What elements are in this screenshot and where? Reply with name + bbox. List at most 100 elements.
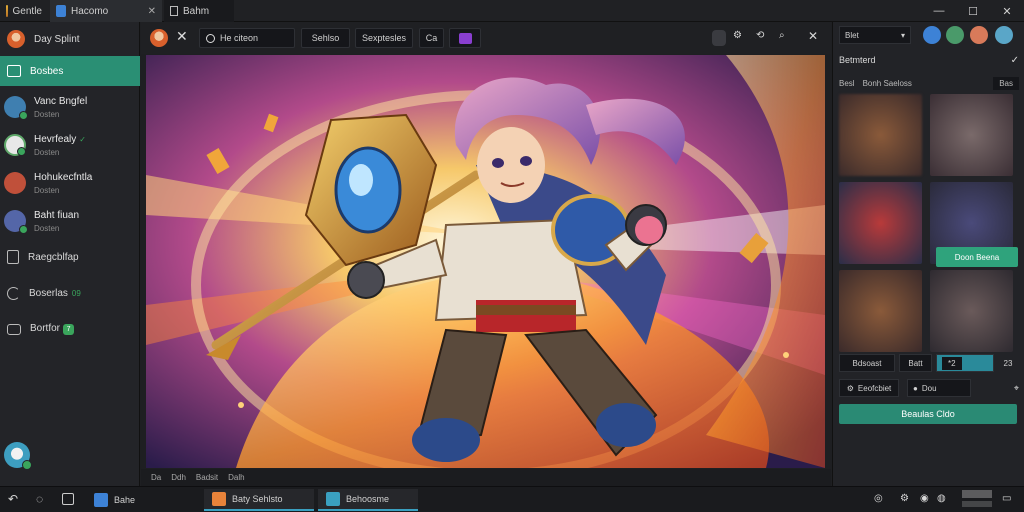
settings-icon[interactable]: ⚙ bbox=[900, 493, 909, 504]
contact-status: Dosten bbox=[34, 185, 60, 195]
tab-gentle[interactable]: Gentle bbox=[0, 0, 48, 22]
option-row-2: ⚙ Eeofcbiet ● Dou ⌖ bbox=[839, 379, 1019, 397]
status-item[interactable]: Ddh bbox=[171, 473, 186, 482]
toolbar-button-ca[interactable]: Ca bbox=[419, 28, 444, 48]
page-icon bbox=[170, 6, 178, 16]
contact-item[interactable]: Hohukecfntla Dosten bbox=[0, 164, 140, 202]
windows-icon[interactable] bbox=[62, 493, 74, 505]
user-avatar[interactable] bbox=[970, 26, 988, 44]
app-icon bbox=[326, 492, 340, 506]
option-row: Bdsoast Batt *2 23 bbox=[839, 354, 1019, 372]
tab-bahm[interactable]: Bahm bbox=[164, 0, 234, 22]
dropdown-value: Blet bbox=[845, 30, 859, 40]
status-item[interactable]: Dalh bbox=[228, 473, 244, 482]
close-icon[interactable]: ✕ bbox=[176, 28, 188, 45]
contact-avatar bbox=[4, 172, 26, 194]
contact-item[interactable]: Vanc Bngfel Dosten bbox=[0, 88, 140, 126]
pin-icon[interactable]: ⌖ bbox=[1014, 383, 1019, 394]
self-avatar[interactable] bbox=[4, 442, 32, 470]
image-canvas[interactable] bbox=[146, 55, 825, 468]
option-value: 23 bbox=[1003, 358, 1013, 368]
notification-icon[interactable]: ◎ bbox=[874, 493, 883, 504]
user-avatar[interactable] bbox=[946, 26, 964, 44]
viewer-avatar[interactable] bbox=[150, 29, 168, 47]
thumbnail[interactable] bbox=[930, 94, 1013, 176]
contact-status: Dosten bbox=[34, 109, 60, 119]
zoom-icon[interactable]: ⌕ bbox=[779, 30, 785, 41]
option-batt[interactable]: Batt bbox=[899, 354, 932, 372]
clipboard-icon bbox=[7, 250, 19, 264]
search-field[interactable]: He citeon bbox=[199, 28, 295, 48]
document-icon bbox=[56, 5, 66, 17]
sidebar: Day Splint Bosbes Vanc Bngfel Dosten Hev… bbox=[0, 22, 140, 486]
thumbnail[interactable] bbox=[839, 182, 922, 264]
tab-bonh-saeloss[interactable]: Bonh Saeloss bbox=[863, 79, 912, 88]
user-avatar bbox=[7, 30, 25, 48]
app-icon bbox=[212, 492, 226, 506]
emoji-button[interactable] bbox=[449, 28, 481, 48]
viewer-toolbar: ✕ He citeon Sehlso Sexptesles Ca ⚙ ⟲ ⌕ ✕ bbox=[141, 22, 831, 54]
task-app-baty-sehlsto[interactable]: Baty Sehlsto bbox=[204, 489, 314, 511]
clock-time[interactable] bbox=[962, 490, 992, 498]
clock-date[interactable] bbox=[962, 501, 992, 507]
close-viewer-icon[interactable]: ✕ bbox=[808, 29, 818, 43]
minimize-button[interactable]: — bbox=[922, 0, 956, 22]
tab-label: Gentle bbox=[12, 5, 42, 17]
option-dou[interactable]: ● Dou bbox=[907, 379, 971, 397]
volume-icon[interactable]: ◍ bbox=[937, 493, 946, 504]
network-icon[interactable]: ◉ bbox=[920, 493, 929, 504]
chevron-down-icon: ▾ bbox=[900, 30, 905, 40]
panel-tabs: Besl Bonh Saeloss Bas bbox=[839, 74, 1019, 92]
contact-name: Hevrfealy ✓ bbox=[34, 133, 86, 145]
thumbnail-action-button[interactable]: Doon Beena bbox=[936, 247, 1018, 267]
user-avatar[interactable] bbox=[995, 26, 1013, 44]
thumbnail[interactable] bbox=[839, 94, 922, 176]
emoji-icon bbox=[458, 32, 472, 44]
sidebar-header[interactable]: Day Splint bbox=[0, 24, 140, 54]
user-avatar[interactable] bbox=[923, 26, 941, 44]
maximize-button[interactable]: ☐ bbox=[956, 0, 990, 22]
contact-avatar bbox=[4, 210, 28, 234]
chat-icon[interactable]: ◌ bbox=[36, 492, 43, 506]
verified-badge: ✓ bbox=[79, 134, 86, 144]
gear-icon: ⚙ bbox=[846, 383, 854, 393]
sidebar-item-label: Bortfor 7 bbox=[30, 323, 75, 335]
sidebar-header-label: Day Splint bbox=[34, 33, 80, 45]
option-slider[interactable]: *2 bbox=[936, 354, 994, 372]
thumbnail[interactable] bbox=[930, 270, 1013, 352]
contact-item[interactable]: Hevrfealy ✓ Dosten bbox=[0, 126, 140, 164]
contact-avatar bbox=[4, 96, 28, 120]
status-item[interactable]: Da bbox=[151, 473, 161, 482]
option-bdsoast[interactable]: Bdsoast bbox=[839, 354, 895, 372]
close-tab-icon[interactable]: ✕ bbox=[148, 6, 156, 17]
sidebar-item-raegcblfap[interactable]: Raegcblfap bbox=[0, 242, 140, 272]
primary-action-button[interactable]: Beaulas Cldo bbox=[839, 404, 1017, 424]
toolbar-button-sexptesles[interactable]: Sexptesles bbox=[355, 28, 413, 48]
sidebar-item-boserlas[interactable]: Boserlas 09 bbox=[0, 278, 140, 308]
back-icon[interactable]: ↶ bbox=[8, 492, 18, 506]
option-eeofcbiet[interactable]: ⚙ Eeofcbiet bbox=[839, 379, 899, 397]
taskbar: ↶ ◌ Bahe Baty Sehlsto Behoosme ◎ ⚙ ◉ ◍ ▭ bbox=[0, 486, 1024, 512]
task-app-bahe[interactable]: Bahe bbox=[86, 489, 143, 511]
window-titlebar: Gentle Hacomo ✕ Bahm — ☐ ✕ bbox=[0, 0, 1024, 22]
panel-dropdown[interactable]: Blet ▾ bbox=[839, 26, 911, 44]
task-app-behoosme[interactable]: Behoosme bbox=[318, 489, 418, 511]
settings-icon[interactable]: ⚙ bbox=[733, 30, 742, 41]
contact-item[interactable]: Baht fiuan Dosten bbox=[0, 202, 140, 240]
notification-center-icon[interactable]: ▭ bbox=[1002, 493, 1011, 504]
sidebar-item-bosbes[interactable]: Bosbes bbox=[0, 56, 140, 86]
contact-name: Baht fiuan bbox=[34, 209, 80, 221]
status-item[interactable]: Badsit bbox=[196, 473, 218, 482]
rotate-icon[interactable]: ⟲ bbox=[756, 30, 764, 41]
tab-besl[interactable]: Besl bbox=[839, 79, 855, 88]
search-input[interactable]: He citeon bbox=[220, 33, 258, 43]
tab-hacomo[interactable]: Hacomo ✕ bbox=[50, 0, 162, 22]
check-icon[interactable]: ✓ bbox=[1011, 55, 1019, 66]
thumbnail[interactable] bbox=[839, 270, 922, 352]
close-window-button[interactable]: ✕ bbox=[990, 0, 1024, 22]
mic-icon[interactable] bbox=[712, 30, 726, 46]
tab-bas[interactable]: Bas bbox=[993, 76, 1019, 90]
toolbar-button-sehlso[interactable]: Sehlso bbox=[301, 28, 350, 48]
contact-name: Vanc Bngfel bbox=[34, 95, 88, 107]
sidebar-item-bortfor[interactable]: Bortfor 7 bbox=[0, 314, 140, 344]
